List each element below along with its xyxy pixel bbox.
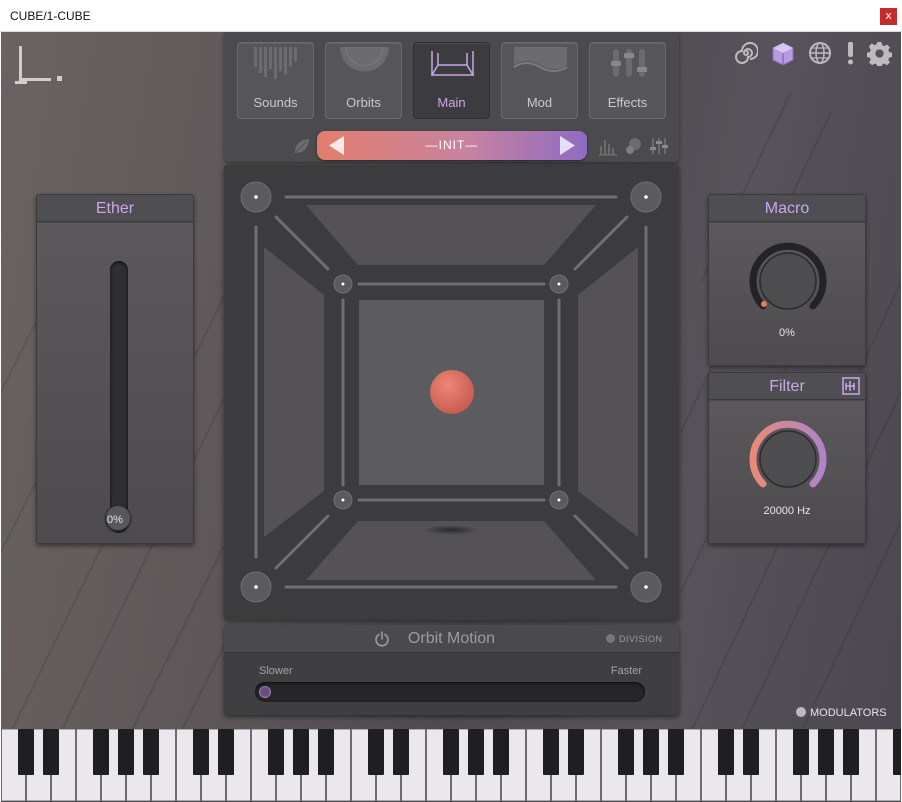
- black-key[interactable]: [393, 729, 409, 775]
- ether-title: Ether: [37, 195, 193, 222]
- tab-sounds-label: Sounds: [253, 95, 298, 110]
- black-key[interactable]: [43, 729, 59, 775]
- main-cube-icon: [430, 51, 475, 76]
- orbit-motion-header: Orbit Motion DIVISION: [224, 625, 679, 653]
- top-toolbar: [734, 41, 894, 67]
- ether-body: 0%: [37, 223, 193, 543]
- orbit-ball[interactable]: [430, 370, 474, 414]
- black-key[interactable]: [218, 729, 234, 775]
- globe-icon[interactable]: [808, 41, 832, 65]
- tab-mod[interactable]: Mod: [501, 42, 578, 119]
- filter-value: 20000 Hz: [763, 505, 811, 517]
- ether-panel: Ether 0%: [36, 194, 194, 544]
- black-key[interactable]: [568, 729, 584, 775]
- mod-icon: [513, 47, 568, 72]
- faster-label: Faster: [610, 665, 642, 677]
- next-preset-arrow-icon[interactable]: [557, 135, 577, 156]
- black-key[interactable]: [268, 729, 284, 775]
- window-title: CUBE/1-CUBE: [10, 9, 91, 23]
- black-key[interactable]: [643, 729, 659, 775]
- cube-icon[interactable]: [770, 41, 796, 67]
- cube-visual: [240, 181, 662, 603]
- division-label: DIVISION: [619, 634, 663, 644]
- effects-icon: [611, 49, 647, 77]
- brand-logo: [15, 46, 62, 84]
- spectrum-icon[interactable]: [598, 136, 618, 156]
- tab-main-label: Main: [437, 95, 466, 110]
- black-key[interactable]: [118, 729, 134, 775]
- black-key[interactable]: [843, 729, 859, 775]
- division-toggle[interactable]: [606, 634, 615, 643]
- black-key[interactable]: [618, 729, 634, 775]
- sounds-icon: [254, 47, 297, 79]
- leaf-icon[interactable]: [292, 136, 312, 156]
- alert-icon[interactable]: [844, 41, 856, 65]
- black-key[interactable]: [93, 729, 109, 775]
- orbits-icon: [340, 46, 389, 72]
- filter-knob[interactable]: [748, 419, 828, 499]
- macro-panel: Macro 0%: [708, 194, 866, 366]
- tab-effects[interactable]: Effects: [589, 42, 666, 119]
- filter-body: 20000 Hz: [709, 401, 865, 543]
- orbit-speed-slider-track[interactable]: [255, 682, 645, 702]
- orbit-motion-panel: Orbit Motion DIVISION Slower Faster: [224, 625, 679, 715]
- shapes-icon[interactable]: [624, 136, 644, 156]
- macro-body: 0%: [709, 223, 865, 365]
- tab-sounds[interactable]: Sounds: [237, 42, 314, 119]
- macro-title: Macro: [709, 195, 865, 222]
- black-key[interactable]: [743, 729, 759, 775]
- black-key[interactable]: [493, 729, 509, 775]
- filter-panel: Filter 20000 Hz: [708, 372, 866, 544]
- black-key[interactable]: [293, 729, 309, 775]
- black-key[interactable]: [893, 729, 901, 775]
- macro-knob[interactable]: [748, 241, 828, 321]
- black-key[interactable]: [818, 729, 834, 775]
- macro-value: 0%: [779, 327, 795, 339]
- plugin-main: Sounds Orbits Main Mod Effects —INIT— Et…: [1, 32, 901, 802]
- black-key[interactable]: [718, 729, 734, 775]
- ether-slider-track[interactable]: [110, 261, 128, 533]
- close-button[interactable]: x: [880, 8, 897, 25]
- preset-selector[interactable]: —INIT—: [317, 131, 587, 160]
- modulators-label: MODULATORS: [810, 707, 887, 719]
- piano-keyboard[interactable]: [1, 729, 901, 802]
- black-key[interactable]: [793, 729, 809, 775]
- modulators-toggle[interactable]: MODULATORS: [796, 707, 887, 719]
- black-key[interactable]: [193, 729, 209, 775]
- tab-orbits-label: Orbits: [346, 95, 381, 110]
- tab-effects-label: Effects: [607, 95, 648, 110]
- gear-icon[interactable]: [867, 41, 892, 66]
- orbit-speed-slider-thumb[interactable]: [259, 686, 271, 698]
- black-key[interactable]: [318, 729, 334, 775]
- tab-orbits[interactable]: Orbits: [325, 42, 402, 119]
- black-key[interactable]: [668, 729, 684, 775]
- mixer-icon[interactable]: [649, 136, 669, 156]
- black-key[interactable]: [468, 729, 484, 775]
- cube-display[interactable]: [224, 165, 679, 620]
- window-titlebar: CUBE/1-CUBE x: [0, 0, 902, 32]
- tab-mod-label: Mod: [526, 95, 553, 110]
- black-key[interactable]: [543, 729, 559, 775]
- black-key[interactable]: [443, 729, 459, 775]
- spiral-icon[interactable]: [734, 41, 758, 65]
- ether-value: 0%: [107, 514, 123, 526]
- black-key[interactable]: [18, 729, 34, 775]
- preset-name: —INIT—: [425, 138, 479, 152]
- slower-label: Slower: [259, 665, 293, 677]
- tab-main[interactable]: Main: [413, 42, 490, 119]
- black-key[interactable]: [368, 729, 384, 775]
- black-key[interactable]: [143, 729, 159, 775]
- filter-mode-icon[interactable]: [842, 377, 860, 395]
- modulators-dot-icon: [796, 707, 806, 717]
